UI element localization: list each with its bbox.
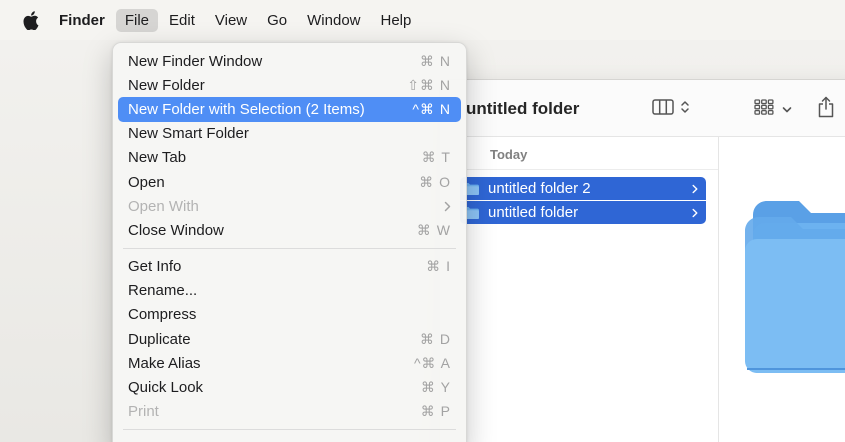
view-mode-button[interactable] bbox=[652, 99, 690, 120]
menu-item-new-smart-folder[interactable]: New Smart Folder bbox=[118, 122, 461, 146]
file-menu-dropdown: New Finder Window ⌘ N New Folder ⇧⌘ N Ne… bbox=[112, 42, 467, 442]
menu-item-new-finder-window[interactable]: New Finder Window ⌘ N bbox=[118, 49, 461, 73]
columns-view-icon bbox=[652, 99, 674, 120]
preview-pane bbox=[719, 137, 845, 442]
menu-separator bbox=[123, 428, 456, 430]
apple-menu-icon[interactable] bbox=[12, 10, 50, 30]
share-icon bbox=[817, 96, 835, 122]
menu-help[interactable]: Help bbox=[372, 9, 421, 32]
file-row-untitled-folder[interactable]: untitled folder bbox=[460, 201, 706, 224]
file-name: untitled folder 2 bbox=[488, 180, 591, 197]
menu-item-open[interactable]: Open ⌘ O bbox=[118, 170, 461, 194]
menu-item-close-window[interactable]: Close Window ⌘ W bbox=[118, 218, 461, 242]
file-column: Today untitled folder 2 untitled folder bbox=[440, 137, 719, 442]
share-button[interactable] bbox=[817, 96, 835, 123]
shortcut-label: ⌘ I bbox=[426, 258, 451, 275]
menu-window[interactable]: Window bbox=[298, 9, 369, 32]
menu-item-rename[interactable]: Rename... bbox=[118, 279, 461, 303]
chevron-updown-icon bbox=[680, 99, 690, 120]
chevron-right-icon bbox=[692, 184, 698, 194]
grid-icon bbox=[754, 99, 774, 120]
file-row-untitled-folder-2[interactable]: untitled folder 2 bbox=[460, 177, 706, 200]
chevron-right-icon bbox=[692, 208, 698, 218]
shortcut-label: ⌘ T bbox=[421, 149, 451, 166]
shortcut-label: ⌘ Y bbox=[421, 379, 451, 396]
section-header-today: Today bbox=[490, 147, 528, 162]
header-divider bbox=[440, 169, 718, 170]
shortcut-label: ^⌘ A bbox=[413, 354, 451, 371]
shortcut-label: ^⌘ N bbox=[412, 100, 451, 117]
menu-bar: Finder File Edit View Go Window Help bbox=[0, 0, 845, 40]
window-title: untitled folder bbox=[466, 99, 580, 118]
menu-separator bbox=[123, 247, 456, 249]
file-name: untitled folder bbox=[488, 204, 579, 221]
large-folder-icon bbox=[739, 197, 845, 382]
menu-item-new-tab[interactable]: New Tab ⌘ T bbox=[118, 146, 461, 170]
shortcut-label: ⌘ D bbox=[420, 330, 451, 347]
menu-edit[interactable]: Edit bbox=[160, 9, 204, 32]
shortcut-label: ⌘ P bbox=[420, 403, 451, 420]
menu-item-quick-look[interactable]: Quick Look ⌘ Y bbox=[118, 375, 461, 399]
menu-file[interactable]: File bbox=[115, 8, 159, 32]
menu-item-compress[interactable]: Compress bbox=[118, 303, 461, 327]
menu-item-new-folder[interactable]: New Folder ⇧⌘ N bbox=[118, 73, 461, 97]
menu-item-get-info[interactable]: Get Info ⌘ I bbox=[118, 255, 461, 279]
menu-item-print: Print ⌘ P bbox=[128, 403, 451, 421]
menu-item-make-alias[interactable]: Make Alias ^⌘ A bbox=[118, 351, 461, 375]
menu-item-duplicate[interactable]: Duplicate ⌘ D bbox=[118, 327, 461, 351]
shortcut-label: ⌘ N bbox=[420, 52, 451, 69]
finder-window: untitled folder Today untitled folder 2 … bbox=[440, 80, 845, 442]
menu-go[interactable]: Go bbox=[258, 9, 296, 32]
menu-finder[interactable]: Finder bbox=[50, 9, 114, 32]
shortcut-label: ⌘ W bbox=[416, 221, 451, 238]
group-by-button[interactable] bbox=[754, 99, 792, 120]
menu-view[interactable]: View bbox=[206, 9, 256, 32]
shortcut-label: ⌘ O bbox=[419, 173, 451, 190]
menu-item-open-with: Open With bbox=[118, 194, 461, 218]
menu-item-new-folder-with-selection[interactable]: New Folder with Selection (2 Items) ^⌘ N bbox=[118, 97, 461, 122]
chevron-down-icon bbox=[782, 101, 792, 119]
shortcut-label: ⇧⌘ N bbox=[407, 76, 451, 93]
submenu-chevron-icon bbox=[444, 201, 451, 212]
finder-toolbar: untitled folder bbox=[440, 80, 845, 137]
